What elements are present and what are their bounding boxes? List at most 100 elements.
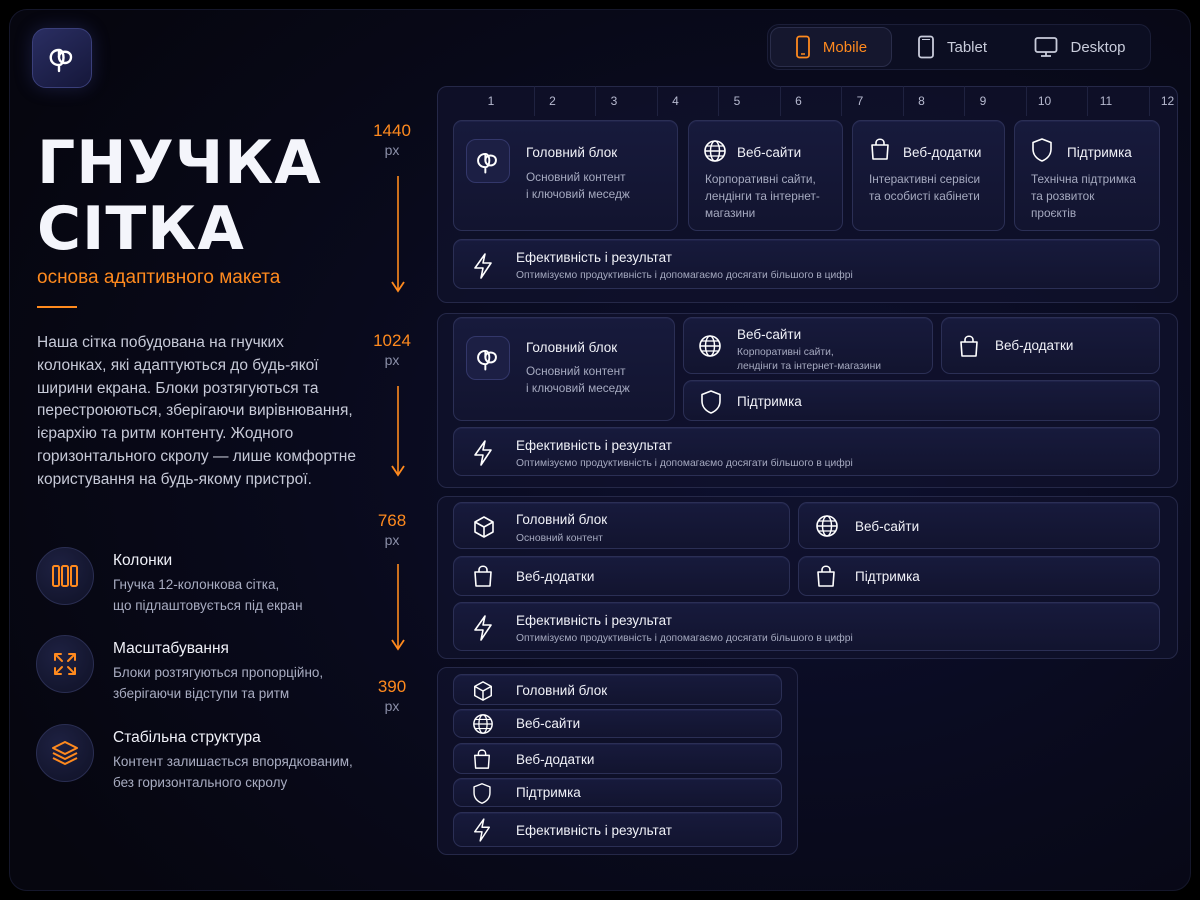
card-main-1440[interactable]: Головний блок Основний контент і ключови… xyxy=(453,120,678,231)
feature-columns-desc: Гнучка 12-колонкова сітка, що підлаштову… xyxy=(113,575,303,616)
breakpoint-768: 768 px xyxy=(366,511,418,548)
card-support-1440-desc: Технічна підтримка та розвиток проєктів xyxy=(1031,171,1136,222)
globe-icon xyxy=(699,335,721,357)
lightning-icon xyxy=(474,440,492,466)
card-apps-1440[interactable]: Веб-додатки Інтерактивні сервіси та особ… xyxy=(852,120,1005,231)
card-main-1440-title: Головний блок xyxy=(526,145,618,160)
card-apps-768[interactable]: Веб-додатки xyxy=(453,556,790,596)
card-support-1440-desc-line3: проєктів xyxy=(1031,206,1077,220)
card-apps-1440-icon xyxy=(869,137,891,161)
grid-column-divider xyxy=(841,86,843,116)
card-support-1440-desc-line2: та розвиток xyxy=(1031,189,1095,203)
card-main-1024-desc-line1: Основний контент xyxy=(526,364,626,378)
card-perf-390[interactable]: Ефективність і результат xyxy=(453,812,782,847)
arrow-down-icon xyxy=(391,386,405,477)
card-support-390-title: Підтримка xyxy=(516,785,581,800)
card-apps-390-icon xyxy=(472,748,492,770)
feature-structure-desc: Контент залишається впорядкованим, без г… xyxy=(113,752,353,793)
card-perf-1440[interactable]: Ефективність і результат Оптимізуємо про… xyxy=(453,239,1160,289)
card-perf-1024[interactable]: Ефективність і результат Оптимізуємо про… xyxy=(453,427,1160,476)
card-web-1440-desc-line1: Корпоративні сайти, xyxy=(705,172,816,186)
device-tab-desktop[interactable]: Desktop xyxy=(1012,27,1148,67)
feature-scaling-badge xyxy=(36,635,94,693)
card-main-768[interactable]: Головний блок Основний контент xyxy=(453,502,790,549)
card-apps-1024-title: Веб-додатки xyxy=(995,338,1074,353)
card-apps-390-title: Веб-додатки xyxy=(516,752,595,767)
card-web-768[interactable]: Веб-сайти xyxy=(798,502,1160,549)
card-web-390[interactable]: Веб-сайти xyxy=(453,709,782,738)
card-web-1440-desc: Корпоративні сайти, лендінги та інтернет… xyxy=(705,171,820,222)
device-tab-mobile[interactable]: Mobile xyxy=(770,27,892,67)
card-apps-1024[interactable]: Веб-додатки xyxy=(941,317,1160,374)
card-web-1024-icon xyxy=(698,334,722,358)
grid-column-divider xyxy=(595,86,597,116)
card-support-1024[interactable]: Підтримка xyxy=(683,380,1160,421)
grid-column-number: 9 xyxy=(979,94,987,108)
card-main-1024-icon-box xyxy=(466,336,510,380)
card-support-768-title: Підтримка xyxy=(855,569,920,584)
feature-structure: Стабільна структура Контент залишається … xyxy=(36,724,376,790)
card-support-768[interactable]: Підтримка xyxy=(798,556,1160,596)
breakpoint-1440-unit: px xyxy=(384,142,400,158)
lightning-icon xyxy=(474,818,490,842)
grid-column-number: 4 xyxy=(672,94,679,108)
grid-column-divider xyxy=(964,86,966,116)
card-main-1440-desc-line1: Основний контент xyxy=(526,170,626,184)
card-web-1024[interactable]: Веб-сайти Корпоративні сайти, лендінги т… xyxy=(683,317,933,374)
grid-column-number: 7 xyxy=(856,94,864,108)
card-web-1024-desc-line2: лендінги та інтернет-магазини xyxy=(737,361,882,372)
brand-logo[interactable] xyxy=(32,28,92,88)
card-main-768-desc: Основний контент xyxy=(516,533,603,544)
card-perf-390-title: Ефективність і результат xyxy=(516,823,672,838)
shopping-bag-icon xyxy=(871,138,889,160)
card-main-390[interactable]: Головний блок xyxy=(453,674,782,705)
device-tab-tablet[interactable]: Tablet xyxy=(892,27,1012,67)
device-switcher: Mobile Tablet Desktop xyxy=(767,24,1151,70)
monitor-icon xyxy=(1035,37,1058,57)
card-support-1440-icon xyxy=(1031,137,1053,163)
card-web-390-title: Веб-сайти xyxy=(516,716,581,731)
card-support-1440[interactable]: Підтримка Технічна підтримка та розвиток… xyxy=(1014,120,1160,231)
globe-icon xyxy=(816,515,838,537)
breakpoint-768-unit: px xyxy=(384,532,400,548)
card-support-1440-desc-line1: Технічна підтримка xyxy=(1031,172,1136,186)
card-support-768-icon xyxy=(815,564,837,588)
brand-logo-icon xyxy=(477,152,497,174)
card-web-1024-desc: Корпоративні сайти, лендінги та інтернет… xyxy=(737,346,881,374)
card-apps-390[interactable]: Веб-додатки xyxy=(453,743,782,774)
feature-columns: Колонки Гнучка 12-колонкова сітка, що пі… xyxy=(36,547,376,613)
device-tab-tablet-label: Tablet xyxy=(946,38,988,56)
card-apps-768-icon xyxy=(472,564,494,588)
card-perf-1440-title: Ефективність і результат xyxy=(516,250,672,265)
card-main-1024[interactable]: Головний блок Основний контент і ключови… xyxy=(453,317,675,421)
card-perf-768-desc: Оптимізуємо продуктивність і допомагаємо… xyxy=(516,633,853,644)
grid-column-divider xyxy=(1087,86,1089,116)
feature-columns-title: Колонки xyxy=(113,552,173,569)
card-main-1024-title: Головний блок xyxy=(526,340,618,355)
feature-scaling-desc-line1: Блоки розтягуються пропорційно, xyxy=(113,665,324,680)
shopping-bag-icon xyxy=(817,565,835,587)
card-web-768-title: Веб-сайти xyxy=(855,519,920,534)
brand-logo-icon xyxy=(477,349,497,371)
card-web-390-icon xyxy=(472,713,494,735)
card-perf-768[interactable]: Ефективність і результат Оптимізуємо про… xyxy=(453,602,1160,651)
grid-column-divider xyxy=(779,86,781,116)
card-web-768-icon xyxy=(815,514,839,538)
page-title-line1: ГНУЧКА xyxy=(37,128,322,198)
card-main-768-icon xyxy=(472,515,496,539)
shopping-bag-icon xyxy=(474,749,490,769)
cube-icon xyxy=(474,681,492,701)
grid-column-number: 8 xyxy=(918,94,925,108)
feature-structure-title: Стабільна структура xyxy=(113,729,261,746)
card-web-1440[interactable]: Веб-сайти Корпоративні сайти, лендінги т… xyxy=(688,120,843,231)
breakpoint-1024-value: 1024 xyxy=(373,331,411,350)
breakpoint-1024: 1024 px xyxy=(366,331,418,368)
lightning-icon xyxy=(474,615,492,641)
card-support-390[interactable]: Підтримка xyxy=(453,778,782,807)
card-apps-768-title: Веб-додатки xyxy=(516,569,595,584)
shield-icon xyxy=(701,390,721,414)
layers-icon xyxy=(52,741,78,765)
card-main-390-title: Головний блок xyxy=(516,683,608,698)
page-title: ГНУЧКА СІТКА xyxy=(37,130,322,262)
hero-description: Наша сітка побудована на гнучких колонка… xyxy=(37,334,356,488)
